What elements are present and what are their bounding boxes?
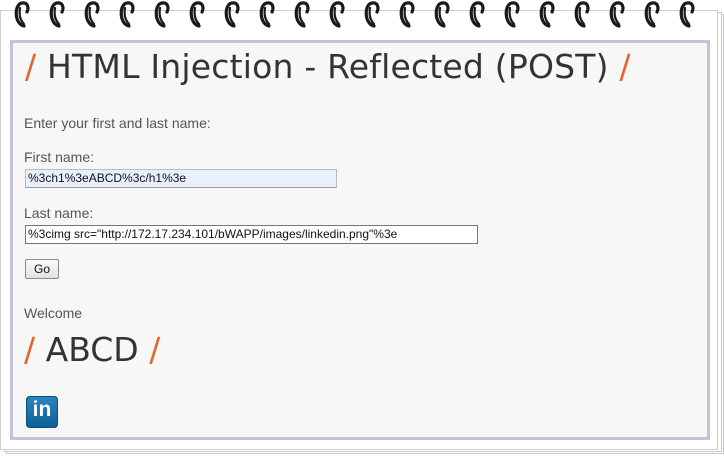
last-name-label: Last name: — [24, 205, 94, 221]
spiral-ring-inner — [298, 6, 306, 26]
spiral-ring-inner — [648, 6, 656, 26]
title-slash-left: / — [25, 47, 37, 86]
result-slash-right: / — [149, 330, 161, 369]
title-text: HTML Injection - Reflected (POST) — [47, 47, 609, 86]
reflected-heading: / ABCD / — [24, 330, 160, 369]
spiral-ring-inner — [263, 6, 271, 26]
content-frame: / HTML Injection - Reflected (POST) / En… — [10, 40, 710, 440]
spiral-ring-inner — [543, 6, 551, 26]
intro-text: Enter your first and last name: — [24, 115, 211, 131]
spiral-ring-inner — [403, 6, 411, 26]
spiral-ring-inner — [438, 6, 446, 26]
spiral-ring-inner — [613, 6, 621, 26]
reflected-heading-text: ABCD — [45, 330, 139, 369]
linkedin-icon-text: in — [32, 398, 52, 421]
spiral-ring-inner — [333, 6, 341, 26]
first-name-input[interactable]: %3ch1%3eABCD%3c/h1%3e — [25, 169, 337, 188]
spiral-ring-inner — [473, 6, 481, 26]
spiral-ring-inner — [193, 6, 201, 26]
result-slash-left: / — [24, 330, 36, 369]
go-button[interactable]: Go — [25, 259, 59, 279]
page-title: / HTML Injection - Reflected (POST) / — [25, 47, 631, 86]
welcome-text: Welcome — [24, 305, 83, 321]
spiral-ring-inner — [18, 6, 26, 26]
spiral-ring-inner — [158, 6, 166, 26]
linkedin-icon: in — [26, 396, 58, 428]
spiral-ring-inner — [53, 6, 61, 26]
first-name-label: First name: — [24, 149, 95, 165]
spiral-ring-inner — [508, 6, 516, 26]
spiral-ring-inner — [228, 6, 236, 26]
spiral-ring-inner — [683, 6, 691, 26]
spiral-binding — [14, 1, 695, 28]
last-name-input[interactable]: %3cimg src="http://172.17.234.101/bWAPP/… — [25, 225, 478, 244]
title-slash-right: / — [619, 47, 631, 86]
spiral-ring-inner — [88, 6, 96, 26]
spiral-ring-inner — [123, 6, 131, 26]
spiral-ring-inner — [368, 6, 376, 26]
spiral-ring-inner — [578, 6, 586, 26]
